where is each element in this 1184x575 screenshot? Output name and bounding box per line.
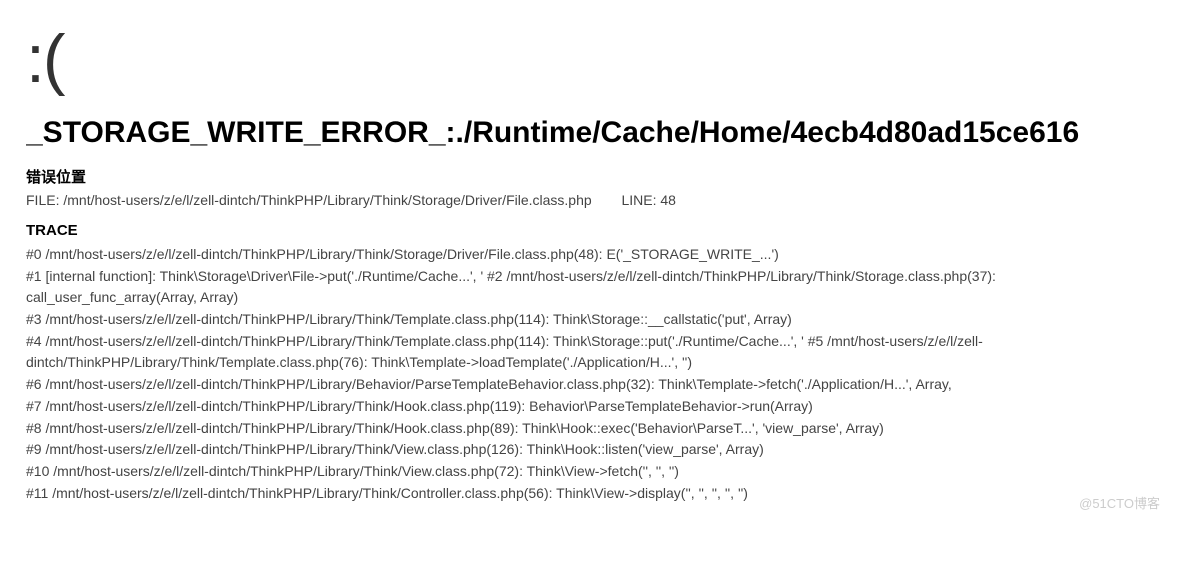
line-number: 48 [660, 192, 676, 208]
location-heading: 错误位置 [26, 166, 1158, 187]
trace-row: #10 /mnt/host-users/z/e/l/zell-dintch/Th… [26, 461, 1158, 483]
trace-row: #0 /mnt/host-users/z/e/l/zell-dintch/Thi… [26, 244, 1158, 266]
line-label: LINE: [621, 192, 656, 208]
trace-row: #4 /mnt/host-users/z/e/l/zell-dintch/Thi… [26, 331, 1158, 374]
sad-face-icon: :( [26, 20, 1158, 98]
trace-heading: TRACE [26, 222, 1158, 239]
watermark: @51CTO博客 [1079, 493, 1160, 512]
file-line: FILE: /mnt/host-users/z/e/l/zell-dintch/… [26, 192, 1158, 208]
trace-row: #6 /mnt/host-users/z/e/l/zell-dintch/Thi… [26, 374, 1158, 396]
trace-row: #3 /mnt/host-users/z/e/l/zell-dintch/Thi… [26, 309, 1158, 331]
trace-row: #11 /mnt/host-users/z/e/l/zell-dintch/Th… [26, 483, 1158, 505]
file-label: FILE: [26, 192, 59, 208]
trace-row: #9 /mnt/host-users/z/e/l/zell-dintch/Thi… [26, 439, 1158, 461]
file-path: /mnt/host-users/z/e/l/zell-dintch/ThinkP… [63, 192, 591, 208]
error-title: _STORAGE_WRITE_ERROR_:./Runtime/Cache/Ho… [26, 116, 1158, 150]
trace-row: #7 /mnt/host-users/z/e/l/zell-dintch/Thi… [26, 396, 1158, 418]
trace-list: #0 /mnt/host-users/z/e/l/zell-dintch/Thi… [26, 244, 1158, 504]
trace-row: #8 /mnt/host-users/z/e/l/zell-dintch/Thi… [26, 418, 1158, 440]
trace-row: #1 [internal function]: Think\Storage\Dr… [26, 266, 1158, 309]
